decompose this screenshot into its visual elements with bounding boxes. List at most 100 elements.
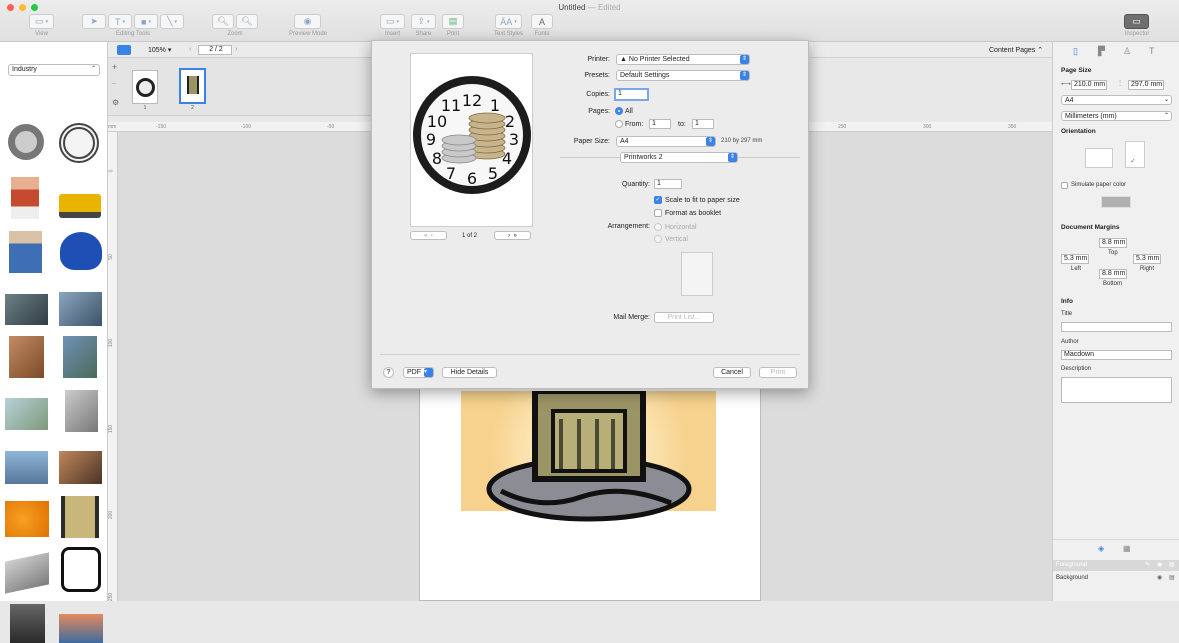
select-tool-button[interactable]: ➤ (82, 14, 106, 29)
text-tool-button[interactable]: T ▾ (108, 14, 132, 29)
scale-to-fit-checkbox[interactable]: ✓ (654, 196, 662, 204)
margin-top-field[interactable]: 8.8 mm (1099, 238, 1127, 248)
page-1-thumbnail[interactable] (132, 70, 158, 104)
line-tool-button[interactable]: ╲ ▾ (160, 14, 184, 29)
margin-left-field[interactable]: 5.3 mm (1061, 254, 1089, 264)
units-select[interactable]: Millimeters (mm) ⌃ (1061, 111, 1172, 121)
booklet-checkbox[interactable] (654, 209, 662, 217)
shape-tab-icon[interactable]: ♙ (1123, 46, 1131, 57)
page-2-thumbnail[interactable] (179, 68, 206, 104)
cancel-button[interactable]: Cancel (713, 367, 751, 378)
power-lines-photo[interactable] (5, 451, 48, 484)
view-button[interactable]: ▭ ▾ (29, 14, 54, 29)
machine-clipart[interactable] (10, 604, 45, 643)
margin-bottom-field[interactable]: 8.8 mm (1099, 269, 1127, 279)
pdf-menu-button[interactable]: PDF ▾ (403, 367, 434, 378)
paper-size-select[interactable]: A4 ⌄ (1061, 95, 1172, 105)
spool-clipart[interactable] (61, 496, 99, 538)
factory-clipart[interactable] (5, 501, 49, 537)
scaffold-photo[interactable] (9, 336, 44, 378)
simulate-paper-checkbox[interactable] (1061, 182, 1068, 189)
landscape-orientation[interactable] (1085, 148, 1113, 168)
print-toolbar-button[interactable]: ▤ (442, 14, 464, 29)
paper-size-select[interactable]: A4 ⇕ (616, 136, 716, 147)
copies-input[interactable]: 1 (614, 88, 649, 101)
text-tab-icon[interactable]: T (1149, 46, 1155, 56)
app-options-select[interactable]: Printworks 2 ⇕ (620, 152, 738, 163)
presets-select[interactable]: Default Settings ⇕ (616, 70, 750, 81)
print-layer-icon[interactable]: ▤ (1169, 574, 1175, 581)
help-button[interactable]: ? (383, 367, 394, 378)
first-prev-page-button[interactable]: « ‹ (410, 231, 447, 240)
gear-icon[interactable]: ⚙ (112, 98, 119, 107)
visibility-icon[interactable]: ◉ (1157, 574, 1162, 581)
pages-to-input[interactable]: 1 (692, 119, 714, 129)
share-button[interactable]: ⇪ ▾ (411, 14, 436, 29)
ruler-h-label: 350 (1008, 124, 1017, 130)
page-height-field[interactable]: 297.0 mm (1128, 80, 1164, 90)
zoom-in-button[interactable]: 🔍︎ (236, 14, 258, 29)
edit-icon[interactable]: ✎ (1145, 561, 1150, 568)
welder-photo[interactable] (5, 294, 48, 325)
horizontal-radio[interactable] (654, 223, 662, 231)
printer-select[interactable]: ▲ No Printer Selected ⇕ (616, 54, 750, 65)
title-field[interactable] (1061, 322, 1172, 332)
conveyor-clipart[interactable] (5, 552, 49, 594)
grid-icon[interactable]: ▦ (1123, 544, 1131, 553)
preview-mode-button[interactable]: ◉ (294, 14, 321, 29)
building-photo[interactable] (5, 398, 48, 430)
worker-clipart[interactable] (11, 177, 39, 219)
author-field[interactable]: Macdown (1061, 350, 1172, 360)
fonts-button[interactable]: A (531, 14, 553, 29)
previous-page-icon[interactable]: ‹ (189, 46, 191, 53)
document-tab-icon[interactable]: ▯ (1073, 46, 1078, 57)
remove-page-icon[interactable]: – (112, 80, 116, 87)
text-styles-button[interactable]: ÄA ▾ (495, 14, 522, 29)
shape-tool-button[interactable]: ■ ▾ (134, 14, 158, 29)
eye-icon: ◉ (303, 16, 312, 26)
hide-details-button[interactable]: Hide Details (442, 367, 497, 378)
quantity-input[interactable]: 1 (654, 179, 682, 189)
mechanic-clipart[interactable] (59, 614, 103, 643)
bearing-large-clipart[interactable] (59, 123, 99, 163)
machinery-photo[interactable] (59, 451, 102, 484)
vertical-radio[interactable] (654, 235, 662, 243)
hardhat-clipart[interactable] (60, 232, 102, 270)
category-select[interactable]: Industry ⌃ (8, 64, 100, 76)
pages-range-radio[interactable] (615, 120, 623, 128)
print-button[interactable]: Print (759, 367, 797, 378)
foreground-layer-row[interactable]: Foreground ✎ ◉ ▤ (1053, 560, 1179, 571)
paper-color-well[interactable] (1101, 196, 1131, 208)
bearing-clipart[interactable] (8, 124, 44, 160)
background-layer-row[interactable]: Background ◉ ▤ (1053, 573, 1179, 584)
zoom-out-button[interactable]: 🔍︎ (212, 14, 234, 29)
pages-all-radio[interactable] (615, 107, 623, 115)
content-pages-selector[interactable]: Content Pages ⌃ (989, 46, 1043, 54)
layers-icon[interactable]: ◈ (1098, 544, 1104, 553)
construction-photo[interactable] (59, 292, 102, 326)
interior-photo[interactable] (65, 390, 98, 432)
page-field[interactable]: 2 / 2 (198, 45, 232, 55)
insert-button[interactable]: ▭ ▾ (380, 14, 405, 29)
engineer-clipart[interactable] (9, 231, 42, 273)
page-view-icon[interactable] (117, 45, 131, 55)
worker-photo[interactable] (63, 336, 97, 378)
next-last-page-button[interactable]: › » (494, 231, 531, 240)
document-page[interactable] (419, 385, 761, 601)
visibility-icon[interactable]: ◉ (1157, 561, 1162, 568)
print-list-button[interactable]: Print List... (654, 312, 714, 323)
portrait-orientation[interactable]: ✓ (1125, 141, 1145, 168)
pages-from-input[interactable]: 1 (649, 119, 671, 129)
margin-right-field[interactable]: 5.3 mm (1133, 254, 1161, 264)
add-page-icon[interactable]: + (112, 62, 117, 72)
inspector-button[interactable]: ▭ (1124, 14, 1149, 29)
page-width-field[interactable]: 210.0 mm (1071, 80, 1107, 90)
next-page-icon[interactable]: › (235, 46, 237, 53)
layout-tab-icon[interactable]: ▛ (1098, 46, 1105, 57)
description-field[interactable] (1061, 377, 1172, 403)
assembly-clipart[interactable] (61, 547, 101, 592)
spool-image[interactable] (461, 391, 716, 522)
print-layer-icon[interactable]: ▤ (1169, 561, 1175, 568)
bulldozer-clipart[interactable] (59, 194, 101, 218)
zoom-level[interactable]: 105% ▾ (148, 46, 171, 54)
